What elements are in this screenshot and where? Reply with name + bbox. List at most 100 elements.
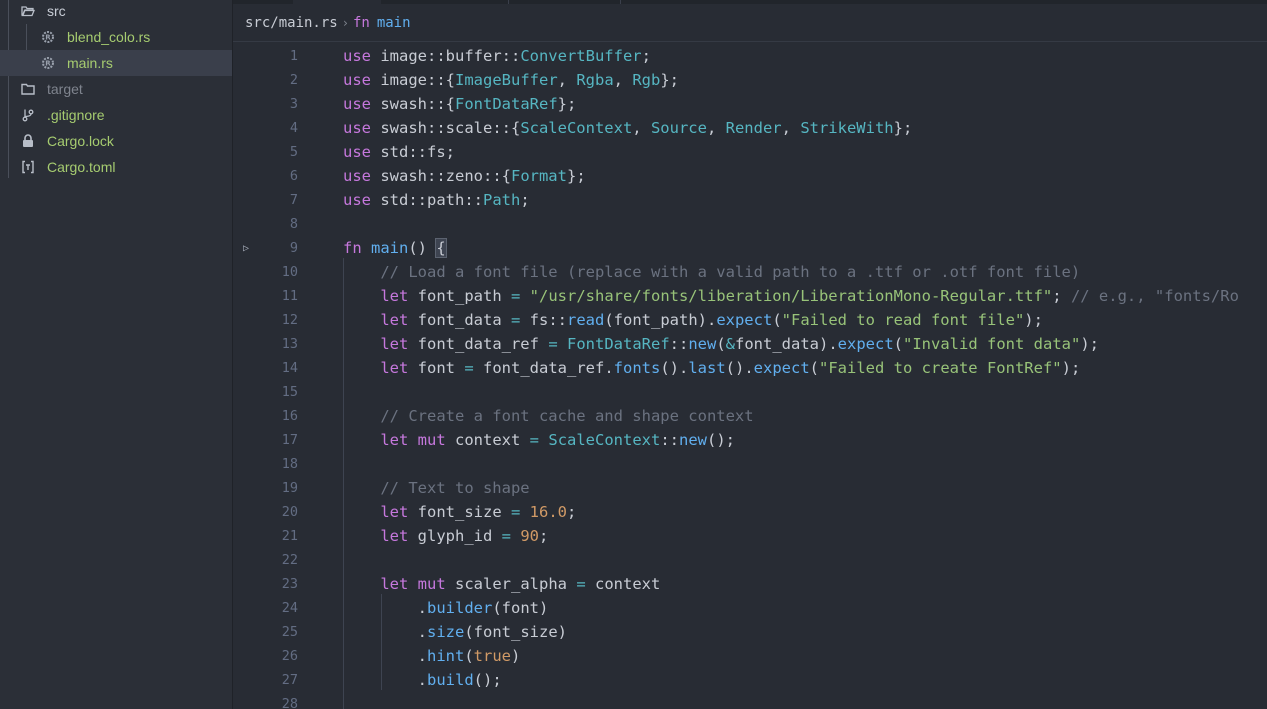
code-line[interactable]: 26 .hint(true) xyxy=(233,644,1267,668)
code-line[interactable]: 22 xyxy=(233,548,1267,572)
code-token: let xyxy=(380,503,409,521)
code-token: "Invalid font data" xyxy=(903,335,1081,353)
breadcrumb-symbol-name[interactable]: main xyxy=(377,15,411,31)
line-number: 24 xyxy=(281,600,298,616)
code-token: swash::zeno::{ xyxy=(371,167,511,185)
code-token: main xyxy=(371,239,409,257)
code-line[interactable]: 10 // Load a font file (replace with a v… xyxy=(233,260,1267,284)
code-line[interactable]: ▷ 9 fn main() { xyxy=(233,236,1267,260)
code-line[interactable]: 12 let font_data = fs::read(font_path).e… xyxy=(233,308,1267,332)
code-text: let font_size = 16.0; xyxy=(343,503,576,521)
code-line[interactable]: 6 use swash::zeno::{Format}; xyxy=(233,164,1267,188)
code-text: .hint(true) xyxy=(343,647,521,665)
code-line[interactable]: 20 let font_size = 16.0; xyxy=(233,500,1267,524)
file-tree-item-label: target xyxy=(47,81,83,97)
code-text: use swash::zeno::{Format}; xyxy=(343,167,586,185)
code-token: std::path:: xyxy=(371,191,483,209)
line-number: 20 xyxy=(281,504,298,520)
code-token: let xyxy=(380,335,409,353)
code-line[interactable]: 13 let font_data_ref = FontDataRef::new(… xyxy=(233,332,1267,356)
code-token: { xyxy=(435,238,447,258)
line-number: 11 xyxy=(281,288,298,304)
code-line[interactable]: 16 // Create a font cache and shape cont… xyxy=(233,404,1267,428)
code-line[interactable]: 5 use std::fs; xyxy=(233,140,1267,164)
breadcrumb-symbol-kind[interactable]: fn xyxy=(353,15,370,31)
code-text: .builder(font) xyxy=(343,599,549,617)
code-line[interactable]: 17 let mut context = ScaleContext::new()… xyxy=(233,428,1267,452)
code-line[interactable]: 24 .builder(font) xyxy=(233,596,1267,620)
code-token: (); xyxy=(707,431,736,449)
code-token: expect xyxy=(837,335,894,353)
line-number: 12 xyxy=(281,312,298,328)
code-text: // Text to shape xyxy=(343,479,529,497)
code-line[interactable]: 23 let mut scaler_alpha = context xyxy=(233,572,1267,596)
file-tree-item-label: .gitignore xyxy=(47,107,105,123)
code-token: fs:: xyxy=(520,311,567,329)
file-tree-item[interactable]: target xyxy=(0,76,232,102)
file-tree-item[interactable]: Rmain.rs xyxy=(0,50,232,76)
file-tree-item[interactable]: src xyxy=(0,0,232,24)
code-token: 90 xyxy=(520,527,540,545)
code-token: ); xyxy=(1061,359,1081,377)
code-line[interactable]: 18 xyxy=(233,452,1267,476)
code-line[interactable]: 25 .size(font_size) xyxy=(233,620,1267,644)
code-token: , xyxy=(706,119,726,137)
code-line[interactable]: 3 use swash::{FontDataRef}; xyxy=(233,92,1267,116)
line-number: 13 xyxy=(281,336,298,352)
code-token: 16.0 xyxy=(529,503,567,521)
code-token: mut xyxy=(417,575,446,593)
code-token: :: xyxy=(669,335,689,353)
code-token: use xyxy=(343,71,371,89)
code-token: ; xyxy=(520,191,530,209)
code-token: }; xyxy=(893,119,913,137)
code-text: use image::buffer::ConvertBuffer; xyxy=(343,47,651,65)
file-tree-item[interactable]: .gitignore xyxy=(0,102,232,128)
code-token: ( xyxy=(464,647,474,665)
code-line[interactable]: 27 .build(); xyxy=(233,668,1267,692)
code-text: let font_data = fs::read(font_path).expe… xyxy=(343,311,1043,329)
line-number: 15 xyxy=(281,384,298,400)
code-line[interactable]: 1 use image::buffer::ConvertBuffer; xyxy=(233,44,1267,68)
code-token: build xyxy=(427,671,474,689)
code-line[interactable]: 14 let font = font_data_ref.fonts().last… xyxy=(233,356,1267,380)
line-number: 25 xyxy=(281,624,298,640)
file-tree-item[interactable]: Cargo.lock xyxy=(0,128,232,154)
code-line[interactable]: 8 xyxy=(233,212,1267,236)
code-token: Rgb xyxy=(632,71,661,89)
code-token: (font_size) xyxy=(464,623,567,641)
code-token: = xyxy=(548,335,558,353)
code-token: let xyxy=(380,431,409,449)
code-token: expect xyxy=(753,359,810,377)
breadcrumb: src/main.rs › fn main xyxy=(233,4,1267,42)
code-line[interactable]: 11 let font_path = "/usr/share/fonts/lib… xyxy=(233,284,1267,308)
code-line[interactable]: 21 let glyph_id = 90; xyxy=(233,524,1267,548)
code-token: builder xyxy=(427,599,493,617)
code-token: ScaleContext xyxy=(520,119,633,137)
file-tree-item[interactable]: Rblend_colo.rs xyxy=(0,24,232,50)
code-line[interactable]: 4 use swash::scale::{ScaleContext, Source… xyxy=(233,116,1267,140)
code-token: swash::scale::{ xyxy=(371,119,521,137)
rust-file-icon: R xyxy=(41,30,55,44)
code-line[interactable]: 28 xyxy=(233,692,1267,709)
code-token: font_path xyxy=(408,287,511,305)
code-line[interactable]: 7 use std::path::Path; xyxy=(233,188,1267,212)
code-line[interactable]: 19 // Text to shape xyxy=(233,476,1267,500)
code-token: = xyxy=(510,503,521,521)
code-token: = xyxy=(510,287,521,305)
code-text: let font_path = "/usr/share/fonts/libera… xyxy=(343,287,1239,305)
breadcrumb-path[interactable]: src/main.rs xyxy=(245,15,338,31)
line-number: 3 xyxy=(289,96,298,112)
line-number: 9 xyxy=(289,240,298,256)
code-token: }; xyxy=(566,167,586,185)
code-line[interactable]: 15 xyxy=(233,380,1267,404)
code-editor[interactable]: 1 use image::buffer::ConvertBuffer; 2 use i… xyxy=(233,42,1267,709)
file-tree-item[interactable]: Cargo.toml xyxy=(0,154,232,180)
lock-icon xyxy=(21,134,35,148)
code-line[interactable]: 2 use image::{ImageBuffer, Rgba, Rgb}; xyxy=(233,68,1267,92)
toml-icon xyxy=(21,160,35,174)
